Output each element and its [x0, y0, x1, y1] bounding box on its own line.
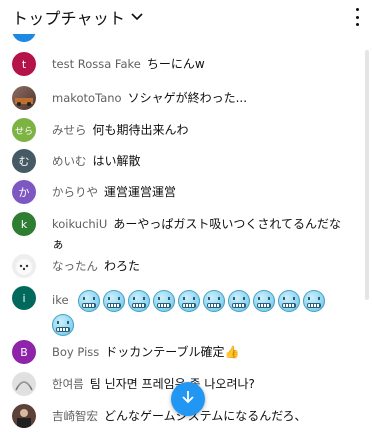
- message-author[interactable]: Boy Piss: [52, 345, 99, 359]
- avatar: [12, 86, 36, 110]
- avatar: k: [12, 212, 36, 236]
- grimacing-cold-face-emoji-icon: [78, 290, 101, 312]
- message-text: ドッカンテーブル確定👍: [105, 345, 240, 359]
- message-author[interactable]: test Rossa Fake: [52, 57, 141, 71]
- list-item: [12, 34, 354, 42]
- chat-message: か からりや 運営運営運営: [12, 180, 354, 204]
- message-author[interactable]: koikuchiU: [52, 217, 107, 231]
- grimacing-cold-face-emoji-icon: [253, 290, 276, 312]
- message-author[interactable]: 한여름: [52, 377, 84, 391]
- message-author[interactable]: makotoTano: [52, 91, 122, 105]
- chat-message: なったん わろた: [12, 254, 354, 278]
- avatar: [12, 254, 36, 278]
- grimacing-cold-face-emoji-icon: [128, 290, 151, 312]
- chat-header: トップチャット: [0, 0, 373, 34]
- message-text: わろた: [104, 259, 141, 273]
- grimacing-cold-face-emoji-icon: [178, 290, 201, 312]
- message-author[interactable]: ike: [52, 293, 69, 307]
- grimacing-cold-face-emoji-icon: [153, 290, 176, 312]
- chat-scrollbar[interactable]: [365, 50, 369, 300]
- grimacing-cold-face-emoji-icon: [228, 290, 251, 312]
- grimacing-cold-face-emoji-icon: [203, 290, 226, 312]
- message-author[interactable]: 吉崎智宏: [52, 409, 98, 423]
- grimacing-cold-face-emoji-icon: [278, 290, 301, 312]
- message-emojis: [52, 290, 328, 336]
- chevron-down-icon[interactable]: [131, 13, 143, 21]
- message-author[interactable]: からりや: [52, 185, 98, 199]
- message-text: ソシャゲが終わった...: [127, 91, 248, 105]
- chat-message: k koikuchiU あーやっぱガスト吸いつくされてるんだなぁ: [12, 212, 354, 254]
- chat-message: せら みせら 何も期待出来んわ: [12, 118, 354, 142]
- avatar: t: [12, 52, 36, 76]
- more-vert-icon[interactable]: [351, 8, 363, 26]
- chat-message: i ike: [12, 286, 354, 336]
- avatar: B: [12, 340, 36, 364]
- chat-message-list[interactable]: t test Rossa Fake ちーにんw makotoTano ソシャゲが終わ…: [0, 34, 360, 436]
- avatar: [12, 372, 36, 396]
- scroll-to-bottom-button[interactable]: [171, 382, 205, 416]
- message-text: 何も期待出来んわ: [92, 123, 189, 137]
- message-text: はい解散: [92, 154, 141, 168]
- message-text: 팀 닌자면 프레임은 좀 나오려나?: [89, 377, 255, 391]
- chat-message: makotoTano ソシャゲが終わった...: [12, 86, 354, 110]
- chat-mode-title[interactable]: トップチャット: [12, 5, 125, 29]
- chat-message: む めいむ はい解散: [12, 149, 354, 173]
- message-text: どんなゲームシステムになるんだろ、: [104, 409, 307, 423]
- arrow-down-icon: [180, 389, 196, 409]
- avatar: か: [12, 180, 36, 204]
- avatar: [12, 34, 36, 42]
- avatar: [12, 404, 36, 428]
- message-author[interactable]: めいむ: [52, 154, 87, 168]
- message-author[interactable]: なったん: [52, 259, 98, 273]
- avatar: む: [12, 149, 36, 173]
- avatar: せら: [12, 118, 36, 142]
- message-text: 運営運営運営: [104, 185, 177, 199]
- avatar: i: [12, 286, 36, 310]
- grimacing-cold-face-emoji-icon: [303, 290, 326, 312]
- chat-message: B Boy Piss ドッカンテーブル確定👍: [12, 340, 354, 364]
- message-author[interactable]: みせら: [52, 123, 87, 137]
- grimacing-cold-face-emoji-icon: [52, 314, 74, 336]
- message-text: ちーにんw: [146, 57, 205, 71]
- chat-message: t test Rossa Fake ちーにんw: [12, 52, 354, 76]
- grimacing-cold-face-emoji-icon: [103, 290, 126, 312]
